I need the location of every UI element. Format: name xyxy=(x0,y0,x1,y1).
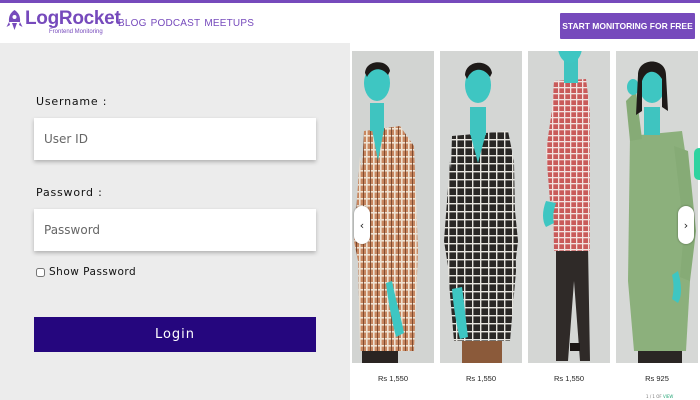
product-price: Rs 1,550 xyxy=(465,374,497,383)
start-monitoring-button[interactable]: START MONITORING FOR FREE xyxy=(560,13,695,39)
nav-link-meetups[interactable]: MEETUPS xyxy=(204,18,254,29)
show-password-label: Show Password xyxy=(49,266,137,278)
carousel-next-button[interactable]: › xyxy=(678,206,694,244)
show-password-checkbox[interactable] xyxy=(36,267,45,277)
carousel-footer: 1 / 1 OF VIEW xyxy=(646,394,673,399)
chevron-right-icon: › xyxy=(683,218,689,232)
nav-link-blog[interactable]: BLOG xyxy=(118,18,147,29)
login-panel: Username : Password : Show Password Logi… xyxy=(0,43,350,400)
carousel-prev-button[interactable]: ‹ xyxy=(354,206,370,244)
scroll-indicator xyxy=(694,148,700,180)
view-link[interactable]: VIEW xyxy=(663,394,673,399)
product-price: Rs 925 xyxy=(645,374,669,383)
product-price: Rs 1,550 xyxy=(377,374,409,383)
product-price: Rs 1,550 xyxy=(553,374,585,383)
password-label: Password : xyxy=(36,186,103,199)
nav-link-podcast[interactable]: PODCAST xyxy=(151,18,201,29)
top-navbar: LogRocket Frontend Monitoring BLOG PODCA… xyxy=(0,3,700,43)
carousel-count: 1 / 1 OF xyxy=(646,394,662,399)
chevron-left-icon: ‹ xyxy=(359,218,365,232)
product-card[interactable] xyxy=(528,51,610,363)
product-image xyxy=(528,51,610,363)
rocket-icon xyxy=(6,10,23,30)
show-password-toggle[interactable]: Show Password xyxy=(36,266,136,278)
product-carousel: Rs 1,550 Rs 1,550 Rs 1,550 Rs 925 ‹ › 1 … xyxy=(350,43,700,400)
product-card[interactable] xyxy=(440,51,522,363)
logrocket-logo[interactable]: LogRocket Frontend Monitoring xyxy=(6,8,121,39)
login-button[interactable]: Login xyxy=(34,317,316,352)
brand-tagline: Frontend Monitoring xyxy=(49,29,103,35)
nav-links: BLOG PODCAST MEETUPS xyxy=(118,18,254,29)
brand-name: LogRocket xyxy=(25,8,121,29)
username-input[interactable] xyxy=(34,118,316,160)
product-image xyxy=(440,51,522,363)
username-label: Username : xyxy=(36,95,108,108)
password-input[interactable] xyxy=(34,209,316,251)
